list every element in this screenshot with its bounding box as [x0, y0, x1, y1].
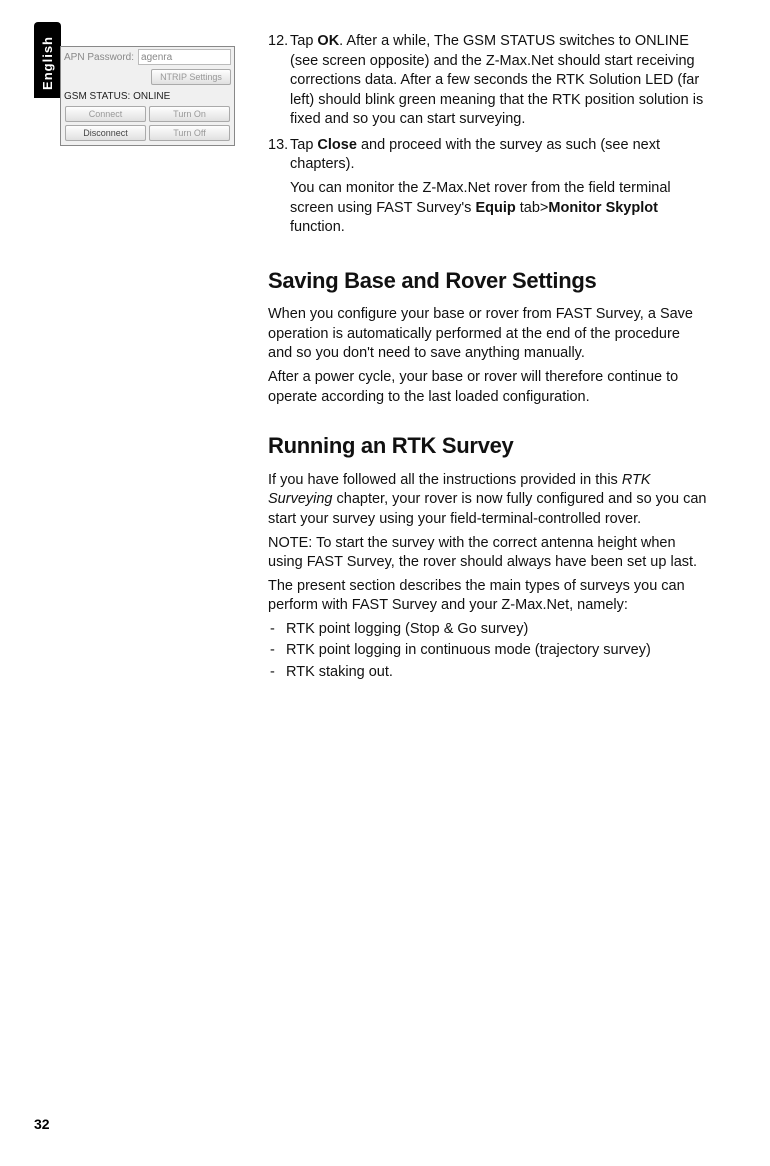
step-13-text-c3: function.	[290, 219, 345, 235]
bullet-item-1: - RTK point logging (Stop & Go survey)	[268, 620, 708, 640]
p3-c: chapter, your rover is now fully configu…	[268, 491, 706, 527]
heading-running-rtk-survey: Running an RTK Survey	[268, 431, 708, 461]
paragraph-save-auto: When you configure your base or rover fr…	[268, 305, 708, 364]
step-13-text-a: Tap	[290, 137, 317, 153]
heading-saving-base-rover: Saving Base and Rover Settings	[268, 266, 708, 296]
step-13: 13. Tap Close and proceed with the surve…	[268, 136, 708, 242]
ntrip-row: NTRIP Settings	[61, 67, 234, 87]
bullet-text-3: RTK staking out.	[286, 663, 393, 683]
bullet-dash: -	[268, 641, 286, 661]
bullet-dash: -	[268, 663, 286, 683]
bullet-dash: -	[268, 620, 286, 640]
bullet-list: - RTK point logging (Stop & Go survey) -…	[268, 620, 708, 683]
equip-label: Equip	[475, 200, 515, 216]
paragraph-power-cycle: After a power cycle, your base or rover …	[268, 368, 708, 407]
p3-a: If you have followed all the instruction…	[268, 472, 622, 488]
paragraph-instructions-followed: If you have followed all the instruction…	[268, 471, 708, 530]
turn-off-button[interactable]: Turn Off	[149, 125, 230, 141]
connect-button[interactable]: Connect	[65, 106, 146, 122]
screenshot-panel: APN Password: agenra NTRIP Settings GSM …	[60, 46, 235, 146]
step-12-text-b: . After a while, The GSM STATUS switches…	[290, 33, 703, 127]
bullet-item-2: - RTK point logging in continuous mode (…	[268, 641, 708, 661]
main-content: 12. Tap OK. After a while, The GSM STATU…	[268, 32, 708, 684]
gsm-status-line: GSM STATUS: ONLINE	[61, 87, 234, 104]
button-grid: Connect Turn On Disconnect Turn Off	[61, 104, 234, 145]
ntrip-settings-button[interactable]: NTRIP Settings	[151, 69, 231, 85]
bullet-text-1: RTK point logging (Stop & Go survey)	[286, 620, 528, 640]
page-number: 32	[34, 1116, 50, 1132]
monitor-skyplot-label: Monitor Skyplot	[548, 200, 658, 216]
apn-password-label: APN Password:	[64, 52, 134, 63]
apn-password-row: APN Password: agenra	[61, 47, 234, 67]
step-12-text-a: Tap	[290, 33, 317, 49]
apn-password-input[interactable]: agenra	[138, 49, 231, 65]
bullet-text-2: RTK point logging in continuous mode (tr…	[286, 641, 651, 661]
ok-label: OK	[317, 33, 339, 49]
step-12-body: Tap OK. After a while, The GSM STATUS sw…	[290, 32, 708, 134]
paragraph-note-antenna: NOTE: To start the survey with the corre…	[268, 534, 708, 573]
step-13-body: Tap Close and proceed with the survey as…	[290, 136, 708, 242]
language-tab: English	[34, 22, 61, 98]
step-13-text-c2: tab>	[516, 200, 549, 216]
step-13-number: 13.	[268, 136, 290, 242]
turn-on-button[interactable]: Turn On	[149, 106, 230, 122]
paragraph-survey-types-intro: The present section describes the main t…	[268, 577, 708, 616]
step-12: 12. Tap OK. After a while, The GSM STATU…	[268, 32, 708, 134]
close-label: Close	[317, 137, 357, 153]
bullet-item-3: - RTK staking out.	[268, 663, 708, 683]
step-12-number: 12.	[268, 32, 290, 134]
disconnect-button[interactable]: Disconnect	[65, 125, 146, 141]
